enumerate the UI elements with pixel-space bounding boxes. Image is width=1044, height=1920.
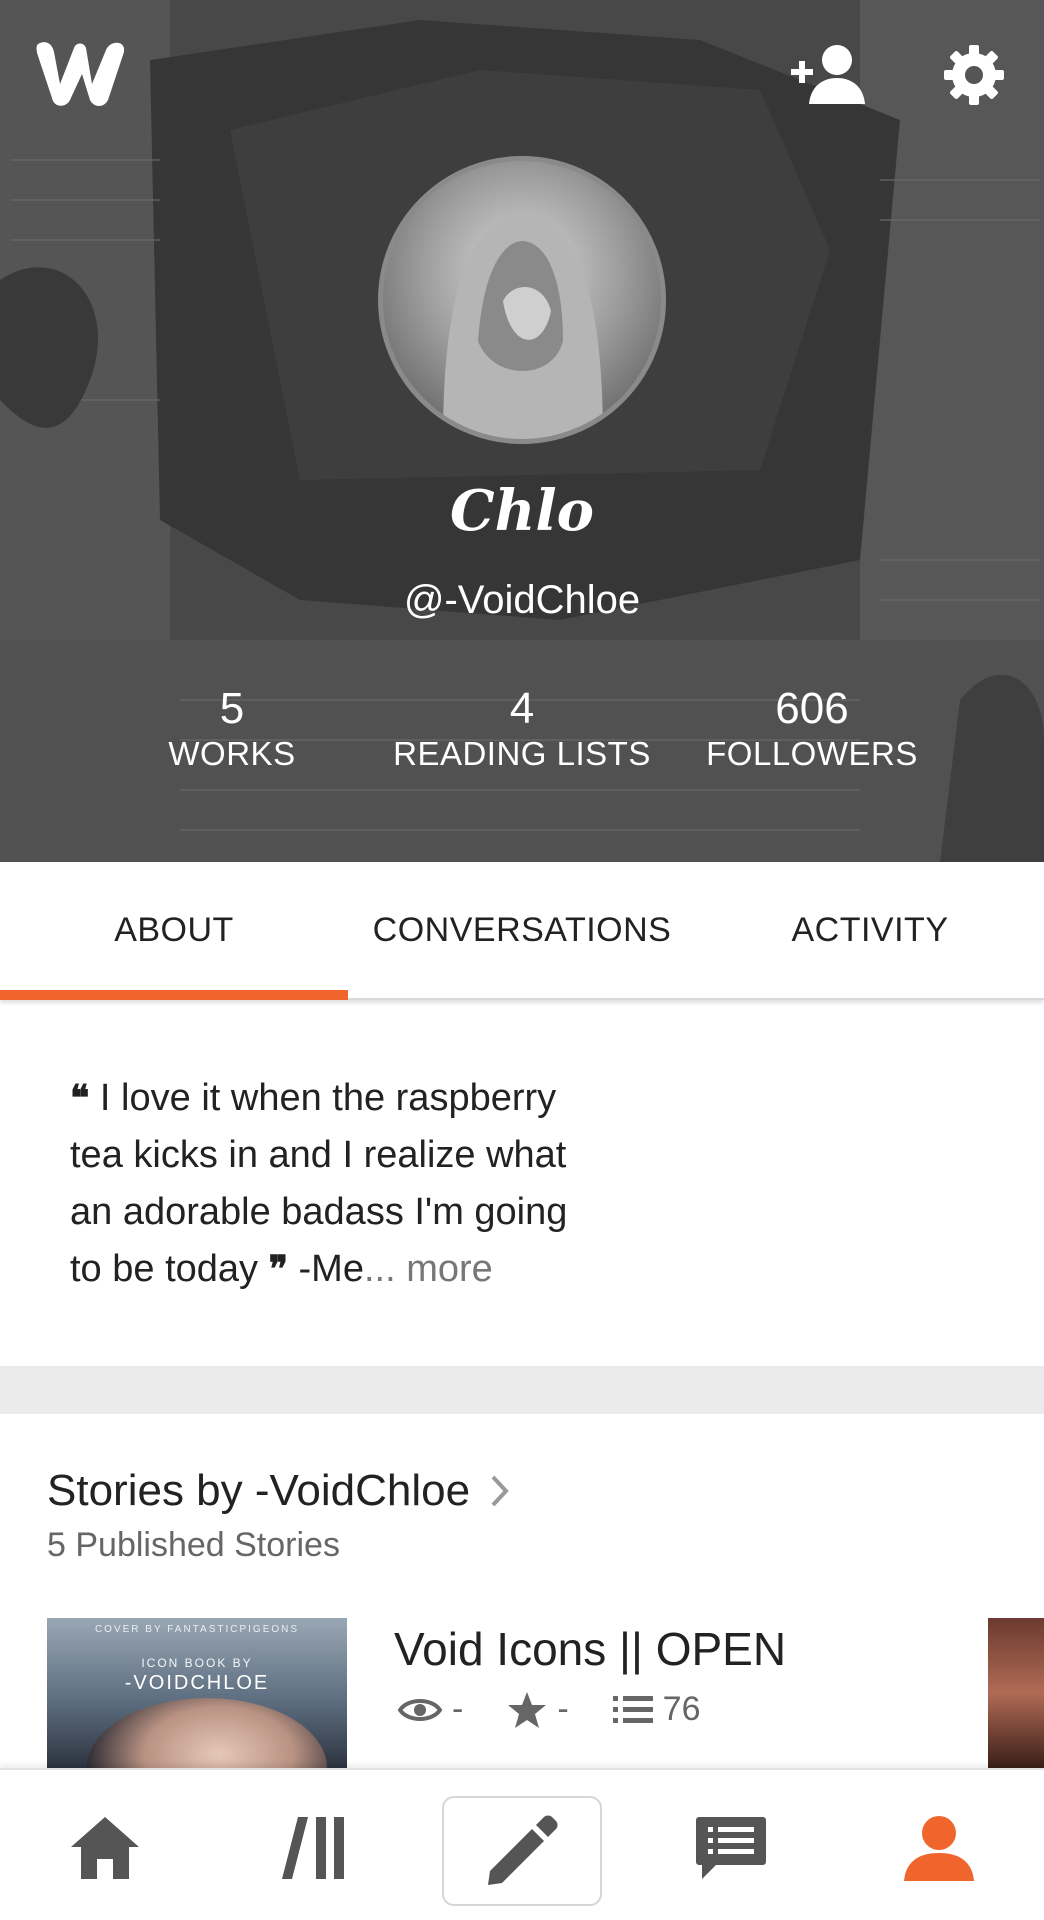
cover-subtitle: ICON BOOK BY (141, 1656, 253, 1670)
gear-icon[interactable] (932, 40, 1016, 110)
nav-profile[interactable] (874, 1798, 1004, 1898)
about-line-3: an adorable badass I'm going (70, 1191, 568, 1233)
works-label: WORKS (168, 735, 296, 772)
profile-header: Chlo @-VoidChloe 5 WORKS 4 READING LISTS… (0, 0, 1044, 862)
tab-about[interactable]: ABOUT (0, 862, 348, 1000)
profile-tabs: ABOUT CONVERSATIONS ACTIVITY (0, 862, 1044, 1000)
followers-label: FOLLOWERS (706, 735, 918, 772)
reading-lists-count: 4 (509, 684, 535, 733)
chevron-right-icon (491, 1475, 509, 1507)
story-stats: - - 76 (398, 1690, 744, 1729)
library-icon (282, 1817, 344, 1879)
add-person-icon[interactable] (788, 40, 872, 110)
stories-count: 5 Published Stories (47, 1526, 340, 1564)
reading-lists-stat[interactable]: 4 READING LISTS (392, 684, 652, 774)
stories-title: Stories by -VoidChloe (47, 1466, 471, 1515)
nav-write[interactable] (442, 1796, 602, 1906)
about-line-2: tea kicks in and I realize what (70, 1134, 567, 1176)
about-line-4-end: -Me (287, 1248, 364, 1290)
story-votes: - (507, 1690, 569, 1729)
nav-messages[interactable] (666, 1798, 796, 1898)
username: @-VoidChloe (403, 578, 641, 622)
stories-section-header[interactable]: Stories by -VoidChloe (47, 1466, 510, 1516)
close-quote-icon: ❞ (268, 1248, 288, 1290)
about-description: ❝ I love it when the raspberry tea kicks… (70, 1070, 630, 1298)
tab-conversations[interactable]: CONVERSATIONS (348, 862, 696, 998)
story-views: - (398, 1690, 463, 1729)
avatar[interactable] (378, 156, 666, 444)
section-divider (0, 1366, 1044, 1414)
read-more-link[interactable]: ... more (364, 1248, 493, 1290)
about-line-1: ❝ I love it when the raspberry (70, 1070, 630, 1127)
home-icon (71, 1817, 139, 1879)
pencil-icon (488, 1815, 558, 1885)
person-icon (904, 1816, 974, 1881)
list-icon (612, 1695, 653, 1723)
works-count: 5 (219, 684, 245, 733)
about-line-4: to be today ❞ -Me... more (70, 1241, 630, 1298)
bottom-navigation (0, 1768, 1044, 1920)
eye-icon (398, 1698, 442, 1721)
followers-stat[interactable]: 606 FOLLOWERS (702, 684, 922, 774)
star-icon (508, 1691, 547, 1728)
views-count: - (452, 1690, 464, 1728)
about-line-4-start: to be today (70, 1248, 269, 1290)
works-stat[interactable]: 5 WORKS (152, 684, 312, 774)
display-name: Chlo (450, 478, 594, 544)
nav-library[interactable] (250, 1798, 380, 1898)
next-story-cover[interactable] (988, 1618, 1044, 1768)
followers-count: 606 (775, 684, 849, 733)
story-parts: 76 (612, 1690, 701, 1729)
story-cover[interactable]: COVER BY FANTASTICPIGEONS ICON BOOK BY -… (47, 1618, 347, 1768)
cover-credit: COVER BY FANTASTICPIGEONS (94, 1624, 300, 1635)
nav-home[interactable] (40, 1798, 170, 1898)
cover-title: -VOIDCHLOE (124, 1672, 270, 1694)
reading-lists-label: READING LISTS (393, 735, 651, 772)
parts-count: 76 (662, 1690, 701, 1728)
story-title[interactable]: Void Icons || OPEN (394, 1622, 786, 1676)
open-quote-icon: ❝ (70, 1077, 90, 1119)
message-icon (696, 1817, 766, 1879)
tab-activity[interactable]: ACTIVITY (696, 862, 1044, 998)
cover-photo (87, 1698, 327, 1768)
about-line-1-text: I love it when the raspberry (89, 1077, 557, 1119)
wattpad-w-logo[interactable] (34, 38, 128, 108)
votes-count: - (557, 1690, 569, 1728)
